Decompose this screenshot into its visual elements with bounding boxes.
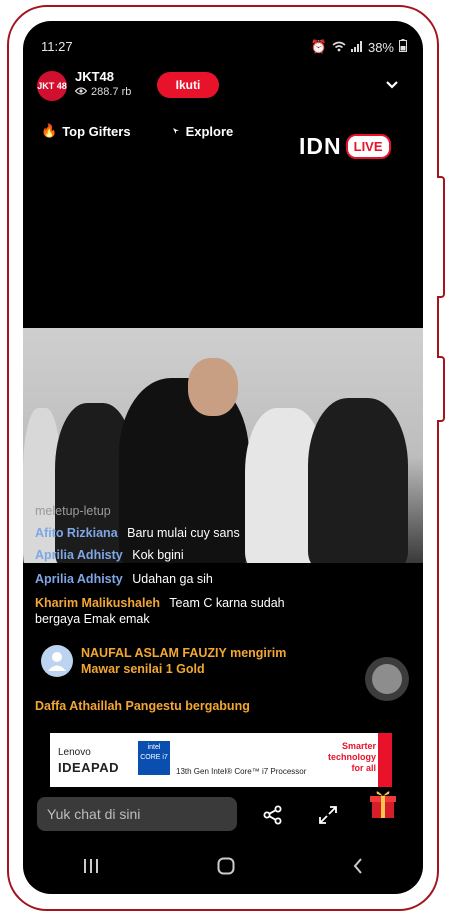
ad-processor: 13th Gen Intel® Core™ i7 Processor: [176, 767, 307, 776]
fullscreen-icon[interactable]: [318, 805, 338, 825]
back-icon[interactable]: [352, 858, 364, 879]
top-tabs: 🔥 Top Gifters Explore: [41, 123, 233, 139]
compass-icon: [171, 124, 181, 139]
home-icon[interactable]: [217, 857, 235, 880]
channel-avatar[interactable]: JKT 48: [37, 71, 67, 101]
system-nav-bar: [23, 843, 423, 894]
chat-feed: meletup-letup Afito Rizkiana Baru mulai …: [35, 503, 411, 633]
tab-top-gifters-label: Top Gifters: [62, 123, 131, 139]
screen: 11:27 ⏰ 38% JKT 48 JKT48 288.7 rb Ikuti: [23, 21, 423, 894]
chat-text: Kok bgini: [132, 548, 184, 562]
live-badge: LIVE: [345, 134, 391, 159]
viewer-count: 288.7 rb: [74, 86, 132, 98]
ad-product: IDEAPAD: [58, 760, 120, 775]
chat-username[interactable]: Afito Rizkiana: [35, 526, 118, 540]
recent-apps-icon[interactable]: [82, 858, 100, 879]
gift-notice-text: NAUFAL ASLAM FAUZIY mengirim Mawar senil…: [81, 646, 287, 676]
wifi-icon: [332, 40, 346, 55]
chat-message: Aprilia Adhisty Kok bgini: [35, 547, 411, 563]
fire-icon: 🔥: [41, 123, 58, 138]
chat-faded-line: meletup-letup: [35, 504, 111, 518]
ad-brand-stripe: [378, 733, 392, 787]
viewer-count-text: 288.7 rb: [91, 86, 132, 98]
ad-banner[interactable]: Lenovo IDEAPAD intel CORE i7 13th Gen In…: [50, 733, 392, 787]
follow-button[interactable]: Ikuti: [157, 72, 219, 98]
tab-top-gifters[interactable]: 🔥 Top Gifters: [41, 123, 131, 139]
status-time: 11:27: [41, 39, 73, 54]
gift-avatar: [41, 645, 73, 677]
chat-message: Kharim Malikushaleh Team C karna sudah b…: [35, 595, 305, 627]
ad-brand: Lenovo: [58, 747, 91, 758]
eye-icon: [74, 86, 88, 98]
join-notice: Daffa Athaillah Pangestu bergabung: [35, 699, 250, 713]
power-button: [437, 356, 445, 422]
chevron-down-icon[interactable]: [385, 77, 399, 95]
gift-notice: NAUFAL ASLAM FAUZIY mengirim Mawar senil…: [41, 645, 321, 677]
signal-icon: [350, 40, 363, 55]
idn-live-logo: IDN LIVE: [299, 133, 391, 160]
gift-box-icon[interactable]: [368, 785, 398, 821]
volume-button: [437, 176, 445, 298]
chat-input[interactable]: [37, 797, 237, 831]
tab-explore-label: Explore: [185, 123, 234, 139]
chat-message: Afito Rizkiana Baru mulai cuy sans: [35, 525, 411, 541]
video-face: [188, 358, 238, 416]
chat-message: Aprilia Adhisty Udahan ga sih: [35, 571, 411, 587]
floating-action-button[interactable]: [365, 657, 409, 701]
chat-username[interactable]: Aprilia Adhisty: [35, 572, 123, 586]
stream-header: JKT 48 JKT48 288.7 rb Ikuti: [37, 69, 409, 109]
channel-name[interactable]: JKT48: [75, 69, 114, 84]
chat-text: Baru mulai cuy sans: [127, 526, 240, 540]
chat-username[interactable]: Kharim Malikushaleh: [35, 596, 160, 610]
ad-slogan: Smarter technology for all: [327, 741, 376, 773]
share-icon[interactable]: [263, 805, 283, 825]
chat-username[interactable]: Aprilia Adhisty: [35, 548, 123, 562]
chat-text: Udahan ga sih: [132, 572, 213, 586]
idn-logo-text: IDN: [299, 133, 342, 159]
tab-explore[interactable]: Explore: [171, 123, 234, 139]
intel-badge: intel CORE i7: [138, 741, 170, 775]
status-bar: 11:27 ⏰ 38%: [23, 21, 423, 63]
alarm-icon: ⏰: [310, 39, 327, 54]
battery-icon: [399, 39, 407, 55]
battery-percent: 38%: [367, 39, 394, 55]
user-icon: [48, 652, 66, 671]
